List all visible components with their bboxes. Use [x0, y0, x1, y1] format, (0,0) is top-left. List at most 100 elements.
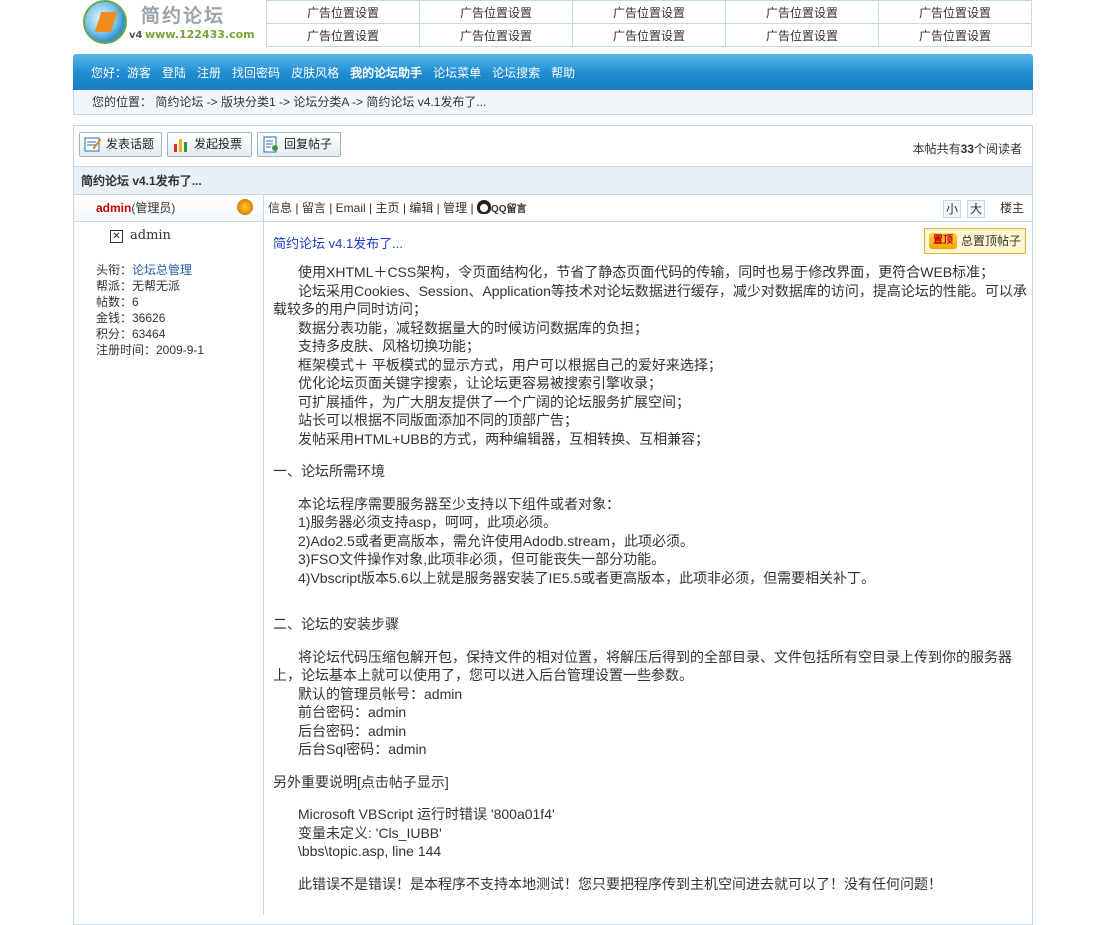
admin-badge-icon: [237, 199, 253, 215]
broken-image-icon: ✕: [110, 230, 123, 243]
author-role: (管理员): [131, 201, 176, 215]
feature-line: 使用XHTML＋CSS架构，令页面结构化，节省了静态页面代码的传输，同时也易于修…: [298, 264, 995, 280]
feature-line: 数据分表功能，减轻数据量大的时候访问数据库的负担；: [298, 319, 648, 336]
requirement-item: 1)服务器必须支持asp，呵呵，此项必须。: [298, 514, 558, 530]
nav-forum-search[interactable]: 论坛搜索: [492, 64, 540, 81]
note-title[interactable]: 另外重要说明[点击帖子显示]: [273, 773, 1029, 792]
install-text: 将论坛代码压缩包解开包，保持文件的相对位置，将解压后得到的全部目录、文件包括所有…: [273, 648, 1012, 684]
author-info: 头衔：论坛总管理 帮派：无帮无派 帖数：6 金钱：36626 积分：63464 …: [74, 262, 263, 358]
author-registered: 注册时间：2009-9-1: [96, 343, 205, 357]
tool-manage[interactable]: 管理: [443, 201, 467, 215]
reply-label: 回复帖子: [284, 137, 333, 151]
feature-line: 站长可以根据不同版面添加不同的顶部广告；: [298, 412, 578, 428]
edit-topic-icon: [84, 137, 102, 152]
ad-slot[interactable]: 广告位置设置: [266, 23, 420, 47]
credential-item: 默认的管理员帐号：admin: [298, 685, 463, 702]
reply-document-icon: [263, 136, 278, 153]
author-header: admin(管理员): [74, 195, 263, 222]
ad-slot[interactable]: 广告位置设置: [572, 23, 726, 47]
ad-slot[interactable]: 广告位置设置: [266, 0, 420, 24]
requirement-item: 3)FSO文件操作对象,此项非必须，但可能丧失一部分功能。: [298, 551, 666, 567]
author-points: 积分：63464: [96, 327, 166, 341]
ad-slot[interactable]: 广告位置设置: [725, 23, 879, 47]
author-title: 头衔：论坛总管理: [96, 262, 263, 278]
nav-help[interactable]: 帮助: [551, 64, 575, 81]
author-faction: 帮派：无帮无派: [96, 279, 181, 293]
logo-url: www.122433.com: [145, 28, 255, 41]
new-poll-label: 发起投票: [194, 137, 243, 151]
sticky-badge: 置顶 总置顶帖子: [924, 228, 1026, 254]
ad-slot[interactable]: 广告位置设置: [419, 23, 573, 47]
ad-slot[interactable]: 广告位置设置: [572, 0, 726, 24]
tool-message[interactable]: 留言: [302, 201, 326, 215]
section-title: 一、论坛所需环境: [273, 463, 385, 479]
tool-email[interactable]: Email: [336, 201, 366, 215]
author-panel: admin(管理员) ✕ admin 头衔：论坛总管理 帮派：无帮无派 帖数：6…: [74, 195, 264, 915]
font-large-button[interactable]: 大: [967, 200, 985, 218]
feature-line: 框架模式＋ 平板模式的显示方式，用户可以根据自己的爱好来选择；: [298, 356, 722, 373]
forum-logo[interactable]: 简约论坛 v4 www.122433.com: [81, 0, 255, 48]
closing-text: 此错误不是错误！是本程序不支持本地测试！您只要把程序传到主机空间进去就可以了！没…: [298, 875, 942, 892]
nav-greeting: 您好：游客: [91, 65, 152, 80]
section-intro: 本论坛程序需要服务器至少支持以下组件或者对象：: [298, 495, 620, 512]
post-title: 简约论坛 v4.1发布了...: [273, 236, 404, 251]
requirement-item: 2)Ado2.5或者更高版本，需允许使用Adodb.stream，此项必须。: [298, 532, 694, 549]
tool-edit[interactable]: 编辑: [409, 201, 433, 215]
reply-button[interactable]: 回复帖子: [257, 132, 341, 157]
feature-line: 优化论坛页面关键字搜索，让论坛更容易被搜索引擎收录；: [298, 375, 662, 391]
feature-line: 支持多皮肤、风格切换功能；: [298, 338, 480, 354]
ad-slot[interactable]: 广告位置设置: [878, 23, 1032, 47]
nav-forum-assistant[interactable]: 我的论坛助手: [350, 64, 422, 81]
nav-forum-menu[interactable]: 论坛菜单: [433, 64, 481, 81]
avatar-alt-text: admin: [130, 228, 171, 243]
floor-label: 楼主: [999, 201, 1024, 215]
header: 简约论坛 v4 www.122433.com 广告位置设置 广告位置设置 广告位…: [73, 0, 1033, 48]
bar-chart-icon: [174, 139, 187, 152]
author-name[interactable]: admin: [96, 201, 131, 215]
main-nav: 您好：游客 登陆 注册 找回密码 皮肤风格 我的论坛助手 论坛菜单 论坛搜索 帮…: [73, 54, 1033, 90]
error-line: \bbs\topic.asp, line 144: [298, 843, 442, 859]
tool-info[interactable]: 信息: [268, 201, 292, 215]
page-wrapper: 简约论坛 v4 www.122433.com 广告位置设置 广告位置设置 广告位…: [73, 0, 1033, 925]
topic-container: 发表话题 发起投票 回复帖子 本帖共有33个阅读者 简约论坛 v4.1发布了..…: [73, 125, 1033, 925]
error-line: 变量未定义: 'Cls_IUBB': [298, 824, 442, 841]
nav-skin-style[interactable]: 皮肤风格: [291, 64, 339, 81]
nav-recover-password[interactable]: 找回密码: [232, 64, 280, 81]
credential-item: 后台密码：admin: [298, 722, 407, 739]
tool-qq-message[interactable]: QQ留言: [476, 200, 527, 215]
credential-item: 前台密码：admin: [298, 704, 407, 720]
avatar: ✕ admin: [74, 222, 263, 262]
author-posts: 帖数：6: [96, 295, 139, 309]
readers-suffix: 个阅读者: [973, 142, 1022, 156]
new-topic-label: 发表话题: [106, 137, 155, 151]
qq-message-label: QQ留言: [490, 204, 527, 215]
author-title-label: 头衔：: [96, 263, 133, 277]
nav-register[interactable]: 注册: [197, 64, 221, 81]
qq-penguin-icon: [476, 200, 491, 214]
ad-slot[interactable]: 广告位置设置: [725, 0, 879, 24]
topic-title-bar: 简约论坛 v4.1发布了...: [74, 166, 1032, 195]
sticky-label: 总置顶帖子: [961, 234, 1022, 248]
new-poll-button[interactable]: 发起投票: [167, 132, 252, 157]
feature-line: 发帖采用HTML+UBB的方式，两种编辑器，互相转换、互相兼容；: [298, 430, 710, 447]
tool-home[interactable]: 主页: [375, 201, 399, 215]
feature-line: 论坛采用Cookies、Session、Application等技术对论坛数据进…: [273, 282, 1027, 318]
logo-version: v4: [129, 30, 143, 41]
ad-slot[interactable]: 广告位置设置: [419, 0, 573, 24]
post-body: 使用XHTML＋CSS架构，令页面结构化，节省了静态页面代码的传输，同时也易于修…: [273, 263, 1029, 893]
post-tools: 信息 | 留言 | Email | 主页 | 编辑 | 管理 | QQ留言 小 …: [265, 195, 1032, 222]
author-title-value: 论坛总管理: [132, 263, 193, 277]
ad-slot[interactable]: 广告位置设置: [878, 0, 1032, 24]
breadcrumb[interactable]: 您的位置： 简约论坛 -> 版块分类1 -> 论坛分类A -> 简约论坛 v4.…: [73, 90, 1033, 115]
sticky-icon: 置顶: [929, 233, 957, 249]
credential-item: 后台Sql密码：admin: [298, 741, 427, 757]
font-small-button[interactable]: 小: [943, 200, 961, 218]
nav-login[interactable]: 登陆: [162, 64, 186, 81]
section-title: 二、论坛的安装步骤: [273, 616, 399, 632]
topic-toolbar: 发表话题 发起投票 回复帖子 本帖共有33个阅读者: [74, 126, 1032, 166]
ad-table: 广告位置设置 广告位置设置 广告位置设置 广告位置设置 广告位置设置 广告位置设…: [266, 0, 1032, 47]
feature-line: 可扩展插件，为广大朋友提供了一个广阔的论坛服务扩展空间；: [298, 393, 690, 410]
logo-title: 简约论坛: [141, 5, 226, 27]
error-line: Microsoft VBScript 运行时错误 '800a01f4': [298, 806, 555, 822]
new-topic-button[interactable]: 发表话题: [79, 132, 162, 157]
